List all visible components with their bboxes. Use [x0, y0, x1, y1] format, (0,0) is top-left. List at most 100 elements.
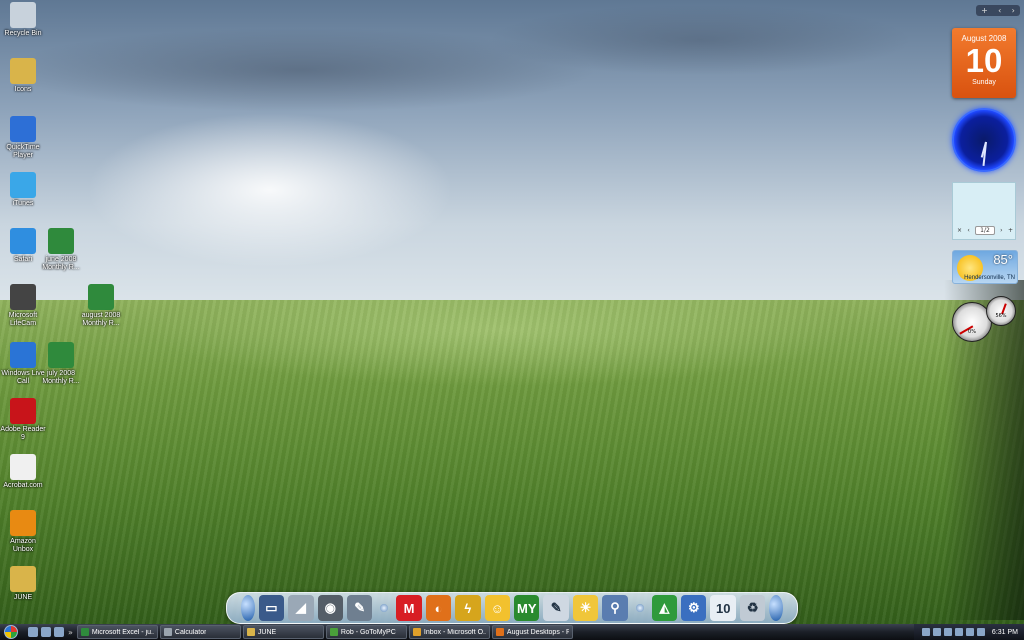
desktop-icon[interactable]: JUNE	[0, 566, 46, 602]
tray-messenger-icon[interactable]	[954, 628, 963, 636]
taskbar-button-label: JUNE	[257, 628, 277, 636]
desktop-icon-label: iTunes	[12, 200, 34, 207]
safari-icon	[10, 228, 36, 254]
sidebar-next[interactable]: ›	[1012, 6, 1015, 15]
mypc-icon[interactable]: MY	[514, 595, 540, 621]
desktop-icon-label: june 2008 Monthly R...	[42, 256, 80, 271]
taskbar: » Microsoft Excel - ju... Calculator JUNE R…	[0, 624, 1024, 640]
show-desktop-icon[interactable]	[28, 627, 38, 637]
yahoo-messenger-icon[interactable]: ☺	[484, 595, 511, 621]
camera-icon[interactable]: ◉	[317, 595, 344, 621]
taskbar-button-label: Inbox - Microsoft O...	[423, 628, 486, 636]
desktop-icon[interactable]: august 2008 Monthly R...	[78, 284, 124, 328]
acrobat-com-icon	[10, 454, 36, 480]
desktop-wallpaper	[0, 0, 1024, 640]
memory-meter-gadget[interactable]: 56%	[986, 296, 1016, 326]
notes-next-button[interactable]: ›	[1000, 227, 1002, 234]
taskbar-button[interactable]: Calculator	[159, 625, 241, 639]
notes-add-button[interactable]: +	[1008, 227, 1013, 234]
system-tray: 6:31 PM	[914, 624, 1024, 640]
internet-explorer-icon[interactable]	[54, 627, 64, 637]
taskbar-button-label: Calculator	[174, 628, 207, 636]
tray-antivirus-icon[interactable]	[976, 628, 985, 636]
desktop-icon[interactable]: iTunes	[0, 172, 46, 208]
desktop-icon[interactable]: QuickTime Player	[0, 116, 46, 160]
taskbar-button[interactable]: Microsoft Excel - ju...	[76, 625, 158, 639]
clock-gadget[interactable]	[952, 108, 1016, 172]
sidebar-prev[interactable]: ‹	[998, 6, 1001, 15]
switch-windows-icon[interactable]	[41, 627, 51, 637]
desktop-icon-label: QuickTime Player	[6, 144, 40, 159]
excel-icon	[80, 628, 89, 636]
quicktime-icon	[10, 116, 36, 142]
desktop-icon-label: JUNE	[13, 594, 33, 601]
flash-icon[interactable]: ϟ	[455, 595, 481, 621]
magnifier-icon[interactable]: ⚲	[602, 595, 628, 621]
crocodile-icon[interactable]: ◭	[651, 595, 678, 621]
weather-gadget[interactable]: 85° Hendersonville, TN	[952, 250, 1018, 284]
sidebar-controls[interactable]: + ‹ ›	[976, 5, 1020, 16]
desktop-icon[interactable]: june 2008 Monthly R...	[38, 228, 84, 272]
desktop-icon-label: august 2008 Monthly R...	[81, 312, 121, 327]
dock-right-cap	[769, 595, 784, 621]
quick-launch-more[interactable]: »	[68, 628, 73, 637]
taskbar-button[interactable]: August Desktops - P...	[491, 625, 573, 639]
notepad-icon[interactable]: ✎	[543, 595, 569, 621]
sidebar-add-gadget[interactable]: +	[981, 6, 988, 15]
taskbar-button[interactable]: Rob - GoToMyPC	[325, 625, 407, 639]
cleaner-icon[interactable]: ◢	[288, 595, 314, 621]
desktop-icon[interactable]: Icons	[0, 58, 46, 94]
notes-prev-button[interactable]: ‹	[967, 227, 969, 234]
calendar-month: August 2008	[961, 34, 1007, 43]
calendar-icon[interactable]: 10	[710, 595, 736, 621]
webcam-icon	[10, 284, 36, 310]
dock-separator	[635, 604, 644, 612]
notes-close-button[interactable]: ×	[957, 227, 962, 234]
trash-icon[interactable]: ♻	[739, 595, 766, 621]
notes-gadget[interactable]: × ‹ 1/2 › +	[952, 182, 1016, 240]
calendar-gadget[interactable]: August 2008 10 Sunday	[952, 28, 1016, 98]
itunes-icon	[10, 172, 36, 198]
start-button[interactable]	[0, 624, 22, 640]
desktop-icon[interactable]: Acrobat.com	[0, 454, 46, 490]
tools-icon[interactable]: ✎	[347, 595, 373, 621]
gear-icon[interactable]: ⚙	[681, 595, 707, 621]
weather-temperature: 85°	[993, 252, 1013, 267]
windows-live-call-icon	[10, 342, 36, 368]
tray-volume-icon[interactable]	[965, 628, 974, 636]
cpu-value: 0%	[968, 329, 976, 335]
dock-separator	[380, 604, 389, 612]
desktop-icon[interactable]: Recycle Bin	[0, 2, 46, 38]
weather-icon[interactable]: ☀	[572, 595, 599, 621]
folder-icon	[246, 628, 255, 636]
tray-arrow-icon[interactable]	[921, 628, 930, 636]
desktop-icon[interactable]: Adobe Reader 9	[0, 398, 46, 442]
desktop-icon-label: Icons	[14, 86, 32, 93]
desktop-icon[interactable]: Microsoft LifeCam	[0, 284, 46, 328]
desktop-icon[interactable]: Amazon Unbox	[0, 510, 46, 554]
taskbar-button-label: Rob - GoToMyPC	[340, 628, 396, 636]
taskbar-button[interactable]: JUNE	[242, 625, 324, 639]
desktop-icon[interactable]: july 2008 Monthly R...	[38, 342, 84, 386]
monitor-icon[interactable]: ▭	[258, 595, 285, 621]
calculator-icon	[163, 628, 172, 636]
amazon-unbox-icon	[10, 510, 36, 536]
folder-icon	[10, 58, 36, 84]
tray-clock[interactable]: 6:31 PM	[992, 629, 1018, 636]
tray-network-icon[interactable]	[932, 628, 941, 636]
adobe-reader-icon	[10, 398, 36, 424]
weather-city: Hendersonville, TN	[964, 275, 1015, 281]
calendar-day: 10	[965, 42, 1003, 79]
notes-page-indicator: 1/2	[975, 225, 995, 235]
gotomypc-icon	[329, 628, 338, 636]
firefox-icon[interactable]: ◐	[425, 595, 452, 621]
taskbar-button[interactable]: Inbox - Microsoft O...	[408, 625, 490, 639]
tray-mail-icon[interactable]	[943, 628, 952, 636]
dock-left-cap	[241, 595, 255, 621]
taskbar-button-label: August Desktops - P...	[506, 628, 569, 636]
outlook-icon	[412, 628, 421, 636]
desktop-icon-label: Acrobat.com	[3, 482, 43, 489]
mcafee-icon[interactable]: M	[396, 595, 422, 621]
desktop-icon-label: Adobe Reader 9	[0, 426, 46, 441]
desktop-icon-label: july 2008 Monthly R...	[42, 370, 80, 385]
